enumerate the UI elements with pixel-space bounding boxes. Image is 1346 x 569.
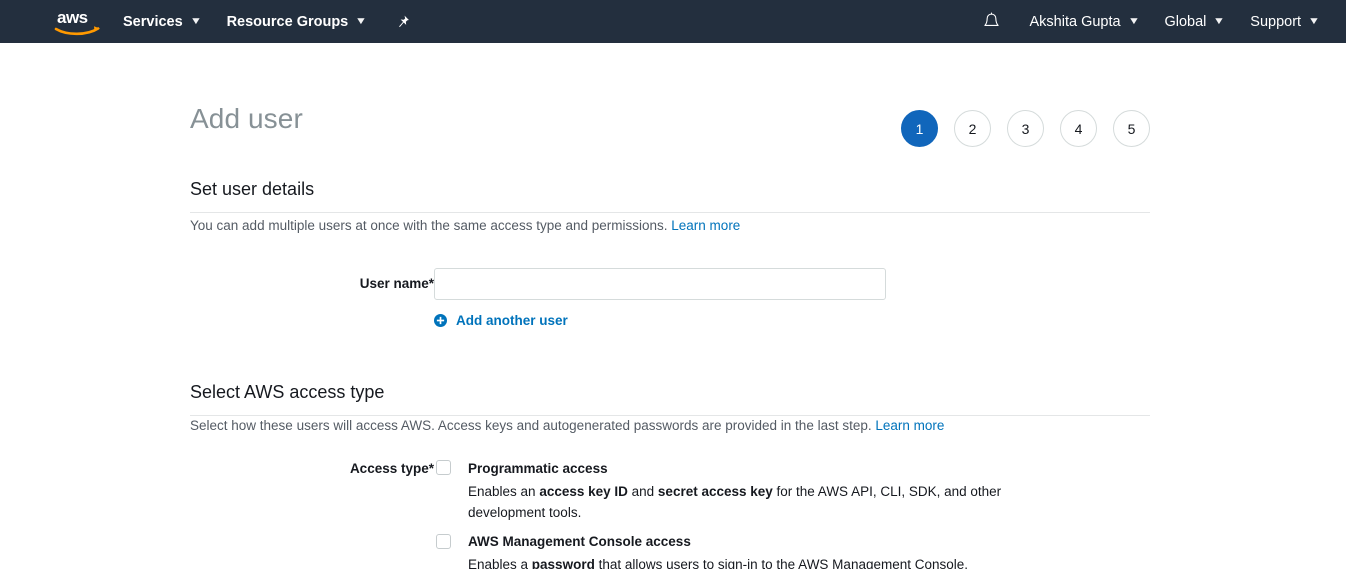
pin-shortcut-button[interactable] [379, 0, 426, 43]
add-another-user-label: Add another user [456, 313, 568, 328]
programmatic-access-description: Enables an access key ID and secret acce… [468, 484, 1002, 520]
select-access-type-heading: Select AWS access type [190, 382, 1150, 416]
nav-item-services[interactable]: Services ▼ [110, 0, 214, 43]
console-access-description: Enables a password that allows users to … [468, 557, 969, 569]
console-access-title: AWS Management Console access [468, 534, 691, 549]
wizard-step-2[interactable]: 2 [954, 110, 991, 147]
set-user-details-description-text: You can add multiple users at once with … [190, 218, 668, 233]
aws-logo[interactable]: aws [48, 0, 110, 43]
nav-item-support-label: Support [1250, 13, 1302, 30]
nav-item-account-label: Akshita Gupta [1029, 13, 1121, 30]
chevron-down-icon: ▼ [1213, 16, 1226, 27]
nav-item-resource-groups[interactable]: Resource Groups ▼ [214, 0, 380, 43]
top-navigation-bar: aws Services ▼ Resource Groups ▼ Akshita… [0, 0, 1346, 43]
wizard-step-1-label: 1 [915, 120, 924, 137]
wizard-step-5-label: 5 [1127, 120, 1136, 137]
wizard-step-indicator: 1 2 3 4 5 [901, 110, 1150, 147]
add-another-user-button[interactable]: Add another user [434, 313, 568, 328]
svg-text:aws: aws [57, 8, 88, 27]
plus-circle-icon [434, 314, 447, 327]
nav-item-region[interactable]: Global ▼ [1151, 0, 1237, 43]
select-access-type-description: Select how these users will access AWS. … [190, 417, 1170, 435]
nav-left-group: aws Services ▼ Resource Groups ▼ [0, 0, 426, 43]
user-name-label: User name* [359, 276, 434, 291]
nav-item-services-label: Services [123, 13, 183, 30]
wizard-step-5[interactable]: 5 [1113, 110, 1150, 147]
pin-icon [399, 15, 410, 27]
wizard-step-3[interactable]: 3 [1007, 110, 1044, 147]
bell-icon [984, 12, 1000, 27]
console-access-checkbox[interactable] [436, 534, 451, 549]
select-access-type-description-text: Select how these users will access AWS. … [190, 418, 872, 433]
aws-logo-icon: aws [54, 8, 100, 35]
nav-item-resource-groups-label: Resource Groups [226, 13, 349, 30]
page-title: Add user [190, 103, 303, 134]
add-user-page: Add user 1 2 3 4 5 Set user details You … [0, 43, 1346, 569]
set-user-details-description: You can add multiple users at once with … [190, 217, 1170, 235]
user-name-input[interactable] [434, 268, 886, 300]
wizard-step-2-label: 2 [968, 120, 977, 137]
programmatic-access-title: Programmatic access [468, 461, 608, 476]
set-user-details-heading: Set user details [190, 179, 1150, 213]
nav-right-group: Akshita Gupta ▼ Global ▼ Support ▼ [927, 0, 1346, 43]
notifications-button[interactable] [967, 0, 1016, 43]
select-access-type-learn-more-link[interactable]: Learn more [875, 418, 944, 433]
chevron-down-icon: ▼ [355, 16, 368, 27]
chevron-down-icon: ▼ [1127, 16, 1140, 27]
nav-item-account[interactable]: Akshita Gupta ▼ [1016, 0, 1151, 43]
wizard-step-4[interactable]: 4 [1060, 110, 1097, 147]
programmatic-access-checkbox[interactable] [436, 460, 451, 475]
wizard-step-1[interactable]: 1 [901, 110, 938, 147]
chevron-down-icon: ▼ [189, 16, 202, 27]
set-user-details-learn-more-link[interactable]: Learn more [671, 218, 740, 233]
wizard-step-4-label: 4 [1074, 120, 1083, 137]
wizard-step-3-label: 3 [1021, 120, 1030, 137]
chevron-down-icon: ▼ [1307, 16, 1321, 27]
nav-item-region-label: Global [1164, 13, 1207, 30]
nav-item-support[interactable]: Support ▼ [1237, 0, 1332, 43]
access-type-label: Access type* [349, 461, 434, 476]
